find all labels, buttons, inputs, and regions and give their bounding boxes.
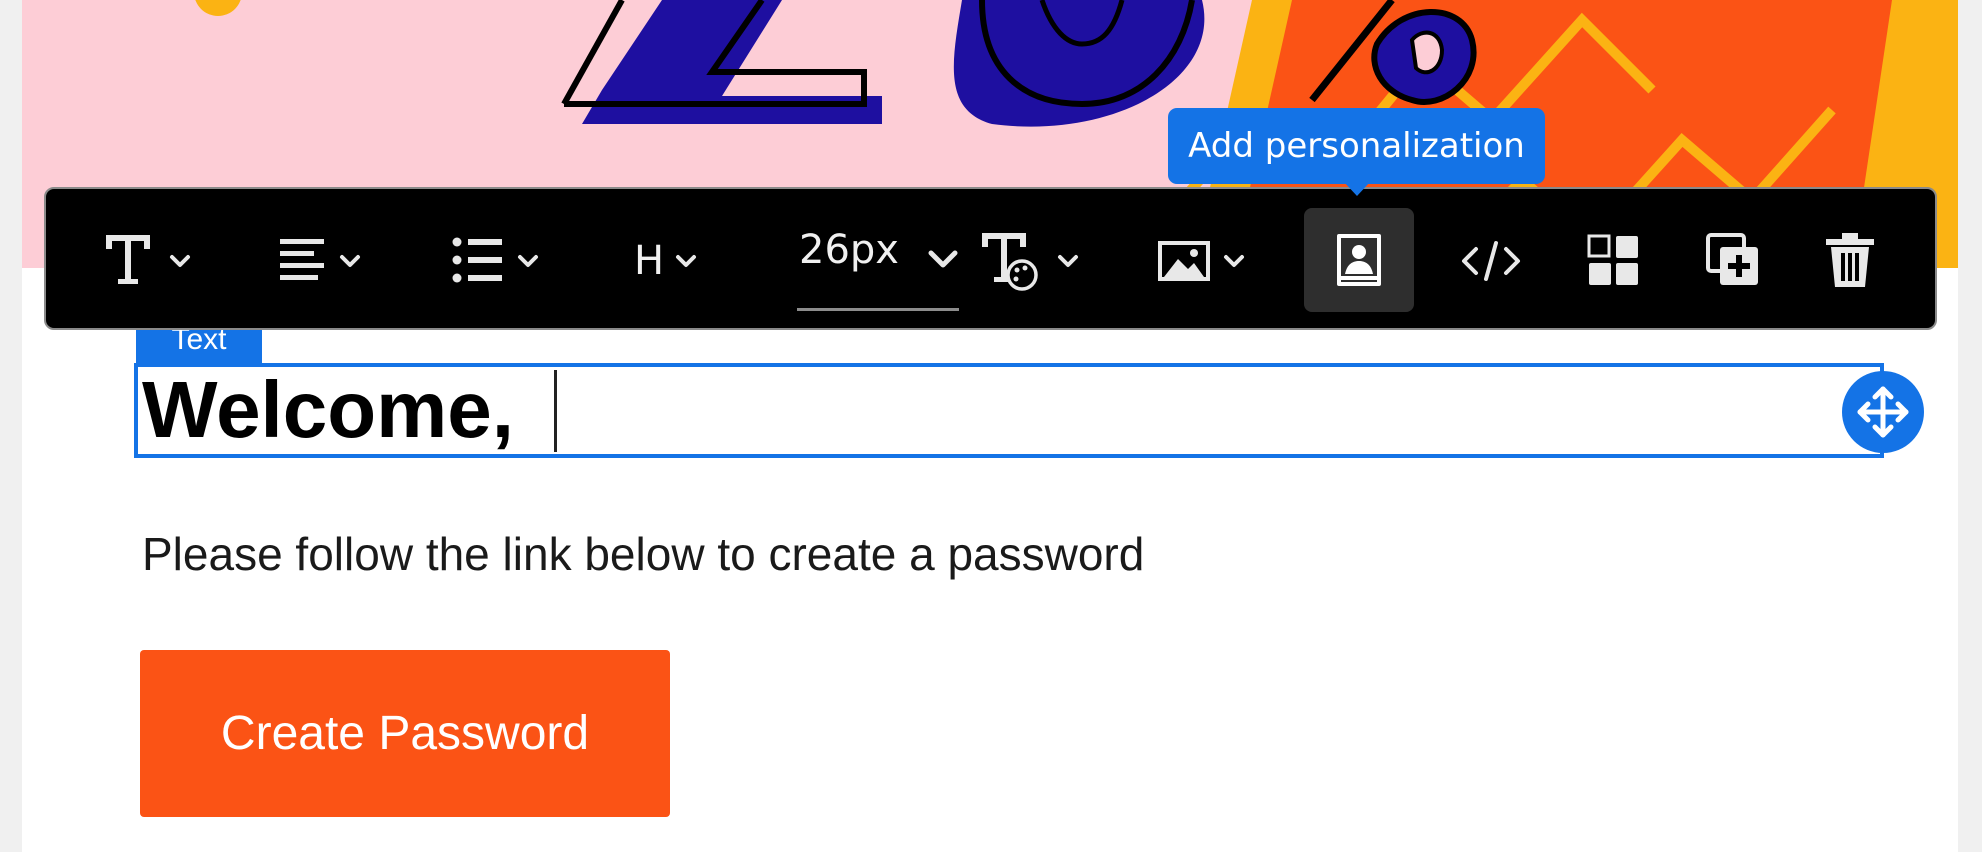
tooltip-pointer — [1344, 182, 1370, 196]
chevron-down-icon[interactable] — [925, 241, 961, 277]
component-toolbar: H 26px — [44, 187, 1937, 330]
add-personalization-button[interactable] — [1304, 208, 1414, 312]
html-code-button[interactable] — [1460, 189, 1522, 332]
code-icon — [1462, 240, 1520, 281]
text-format-dropdown[interactable] — [102, 189, 202, 332]
trash-icon — [1826, 232, 1874, 287]
move-handle[interactable] — [1842, 371, 1924, 453]
text-cursor — [554, 370, 557, 452]
align-left-icon — [280, 238, 360, 280]
image-icon — [1158, 240, 1244, 281]
layout-grid-icon — [1587, 234, 1638, 285]
chevron-down-icon — [676, 254, 697, 267]
font-size-value: 26px — [799, 227, 899, 273]
create-password-button[interactable]: Create Password — [140, 650, 670, 817]
text-format-icon — [106, 234, 190, 284]
heading-dropdown[interactable]: H — [634, 189, 708, 332]
bulleted-list-icon — [452, 237, 538, 282]
personalization-icon — [1337, 234, 1381, 286]
layout-button[interactable] — [1586, 189, 1642, 332]
welcome-heading[interactable]: Welcome, — [142, 364, 514, 456]
move-arrows-icon — [1857, 386, 1909, 438]
duplicate-button[interactable] — [1704, 189, 1764, 332]
list-dropdown[interactable] — [450, 189, 550, 332]
text-style-dropdown[interactable] — [978, 189, 1088, 332]
email-canvas: Text Welcome, Please follow the link bel… — [22, 0, 1958, 852]
duplicate-icon — [1706, 232, 1758, 285]
body-paragraph: Please follow the link below to create a… — [142, 528, 1145, 580]
align-dropdown[interactable] — [276, 189, 376, 332]
font-size-underline — [797, 308, 959, 311]
image-dropdown[interactable] — [1156, 189, 1260, 332]
text-style-palette-icon — [982, 232, 1078, 291]
personalization-tooltip: Add personalization — [1168, 108, 1545, 184]
heading-label: H — [634, 237, 665, 284]
font-size-field[interactable]: 26px — [797, 189, 961, 332]
delete-button[interactable] — [1824, 189, 1880, 332]
